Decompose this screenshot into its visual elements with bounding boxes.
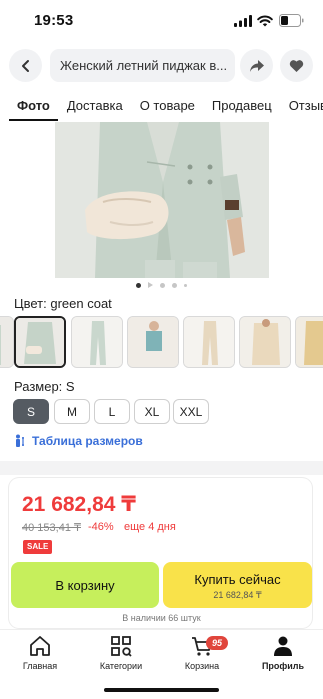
size-table-label: Таблица размеров: [32, 434, 143, 448]
product-photo: [55, 122, 269, 278]
color-swatch[interactable]: [295, 316, 323, 368]
size-option-l[interactable]: L: [94, 399, 130, 424]
gallery-dot: [172, 282, 177, 288]
wifi-icon: [257, 15, 273, 27]
nav-cart[interactable]: Корзина 95: [167, 634, 237, 671]
share-arrow-icon: [249, 59, 264, 72]
nav-cart-label: Корзина: [184, 661, 220, 671]
product-image[interactable]: [55, 122, 269, 278]
add-to-cart-button[interactable]: В корзину: [11, 562, 159, 608]
deal-time-left: еще 4 дня: [124, 521, 176, 533]
categories-icon: [111, 636, 132, 657]
color-swatch[interactable]: [127, 316, 179, 368]
back-button[interactable]: [9, 49, 42, 82]
gallery-dot: [160, 282, 165, 288]
gallery-dot: [136, 282, 141, 288]
color-swatches: [0, 316, 323, 368]
top-header: Женский летний пиджак в...: [0, 48, 323, 84]
color-swatch[interactable]: [71, 316, 123, 368]
section-divider: [0, 461, 323, 475]
nav-categories-label: Категории: [99, 661, 143, 671]
product-tabs: Фото Доставка О товаре Продавец Отзывы: [0, 92, 323, 122]
cellular-signal-icon: [234, 15, 252, 27]
nav-profile[interactable]: Профиль: [248, 634, 318, 671]
buy-now-label: Купить сейчас: [194, 572, 281, 587]
status-time: 19:53: [34, 12, 74, 29]
share-button[interactable]: [240, 49, 273, 82]
size-table-link[interactable]: Таблица размеров: [14, 434, 143, 448]
home-indicator: [104, 688, 219, 692]
buy-now-price: 21 682,84 ₸: [213, 590, 262, 600]
gallery-dot: [184, 283, 187, 287]
discount-percent: -46%: [88, 521, 114, 533]
size-chart-icon: [16, 434, 24, 447]
favorite-button[interactable]: [280, 49, 313, 82]
stock-info: В наличии 66 штук: [122, 613, 201, 623]
color-swatch-selected[interactable]: [14, 316, 66, 368]
old-price: 40 153,41 ₸: [22, 522, 81, 534]
tab-photo[interactable]: Фото: [9, 92, 58, 122]
home-icon: [30, 636, 50, 656]
size-option-xxl[interactable]: XXL: [173, 399, 209, 424]
color-label: Цвет: green coat: [14, 296, 112, 311]
product-page: 19:53 Женский летний пиджак в... Фото До…: [0, 0, 323, 699]
tab-delivery[interactable]: Доставка: [67, 92, 123, 122]
tab-seller[interactable]: Продавец: [212, 92, 272, 122]
current-price: 21 682,84 ₸: [22, 493, 136, 516]
status-bar: 19:53: [0, 0, 323, 42]
size-option-xl[interactable]: XL: [134, 399, 170, 424]
nav-home[interactable]: Главная: [5, 634, 75, 671]
tab-about[interactable]: О товаре: [140, 92, 195, 122]
search-input[interactable]: Женский летний пиджак в...: [50, 49, 235, 82]
size-option-s[interactable]: S: [13, 399, 49, 424]
cart-count-badge: 95: [206, 636, 228, 650]
bottom-nav: Главная Категории Корзина 95 Профиль: [0, 629, 323, 679]
nav-profile-label: Профиль: [261, 661, 305, 671]
buy-now-button[interactable]: Купить сейчас 21 682,84 ₸: [163, 562, 312, 608]
size-option-m[interactable]: M: [54, 399, 90, 424]
play-icon: [148, 282, 153, 288]
color-swatch[interactable]: [0, 316, 14, 368]
nav-categories[interactable]: Категории: [86, 634, 156, 671]
battery-icon: [279, 14, 304, 27]
tab-reviews[interactable]: Отзывы: [289, 92, 323, 122]
sale-badge: SALE: [23, 540, 53, 554]
color-swatch[interactable]: [183, 316, 235, 368]
heart-icon: [289, 59, 304, 72]
size-label: Размер: S: [14, 379, 75, 394]
chevron-left-icon: [21, 59, 29, 72]
profile-icon: [274, 636, 292, 656]
color-swatch[interactable]: [239, 316, 291, 368]
gallery-dots: [0, 280, 323, 290]
nav-home-label: Главная: [22, 661, 58, 671]
